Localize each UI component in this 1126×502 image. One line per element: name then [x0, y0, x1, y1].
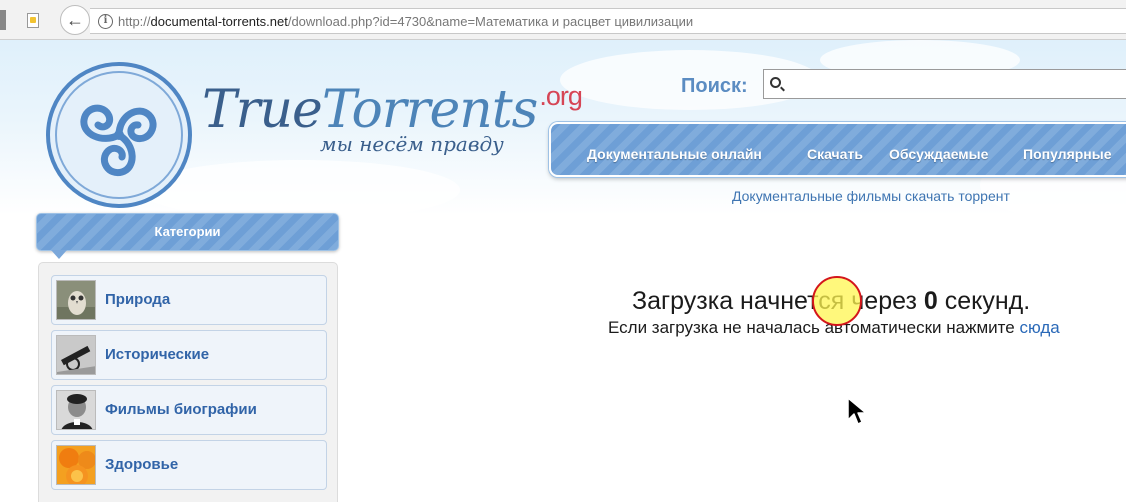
category-item-historical[interactable]: Исторические [51, 330, 327, 380]
back-arrow-icon: ← [66, 9, 84, 30]
category-label: Исторические [105, 346, 210, 363]
category-item-nature[interactable]: Природа [51, 275, 327, 325]
category-label: Природа [105, 291, 171, 308]
search-input[interactable] [786, 74, 1126, 94]
search-label: Поиск: [681, 75, 748, 97]
tab-edge[interactable] [0, 10, 6, 30]
oranges-thumbnail-icon [56, 445, 96, 485]
category-label: Фильмы биографии [105, 401, 257, 418]
cannon-thumbnail-icon [56, 335, 96, 375]
category-item-health[interactable]: Здоровье [51, 440, 327, 490]
owl-thumbnail-icon [56, 280, 96, 320]
categories-title: Категории [154, 224, 221, 239]
categories-list: Природа Исторические Фильмы биографии Зд… [38, 262, 338, 502]
download-here-link[interactable]: сюда [1019, 318, 1059, 337]
portrait-thumbnail-icon [56, 390, 96, 430]
browser-toolbar: ← i http://documental-torrents.net/downl… [0, 0, 1126, 40]
page-icon [27, 13, 39, 28]
click-highlight [812, 276, 862, 326]
category-item-biography-films[interactable]: Фильмы биографии [51, 385, 327, 435]
search-icon [770, 77, 781, 88]
main-nav: Документальные онлайн Скачать Обсуждаемы… [549, 122, 1126, 177]
nav-item-discussed[interactable]: Обсуждаемые [889, 146, 988, 162]
categories-header: Категории [36, 213, 339, 259]
countdown-suffix: секунд. [937, 287, 1031, 315]
url-path: /download.php?id=4730&name=Математика и … [287, 14, 694, 29]
url-host: documental-torrents.net [150, 14, 288, 29]
brand-tld-text: .org [539, 81, 583, 111]
url-scheme: http:// [118, 14, 151, 29]
brand-torrents-text: Torrents [321, 80, 539, 140]
info-icon[interactable]: i [98, 14, 113, 29]
site-slogan: мы несём правду [320, 132, 504, 156]
countdown-prefix: Загрузка начнется через [632, 287, 924, 315]
address-bar[interactable]: i http://documental-torrents.net/downloa… [90, 8, 1126, 34]
url-text[interactable]: http://documental-torrents.net/download.… [118, 14, 693, 29]
search-box[interactable] [763, 69, 1126, 99]
fallback-text: Если загрузка не началась автоматически … [608, 318, 1020, 337]
triskelion-logo-icon[interactable] [44, 60, 194, 210]
site-brand[interactable]: TrueTorrents.org [202, 80, 583, 140]
nav-item-download[interactable]: Скачать [807, 146, 863, 162]
countdown-value: 0 [923, 287, 938, 315]
back-button[interactable]: ← [60, 5, 90, 35]
nav-item-documentary-online[interactable]: Документальные онлайн [587, 146, 762, 162]
nav-item-popular[interactable]: Популярные [1023, 146, 1111, 162]
mouse-pointer-icon [847, 397, 867, 425]
site-subtitle[interactable]: Документальные фильмы скачать торрент [732, 188, 1010, 204]
site-header: TrueTorrents.org мы несём правду Поиск: … [0, 40, 1126, 215]
brand-true-text: True [202, 80, 323, 140]
category-label: Здоровье [105, 456, 179, 473]
